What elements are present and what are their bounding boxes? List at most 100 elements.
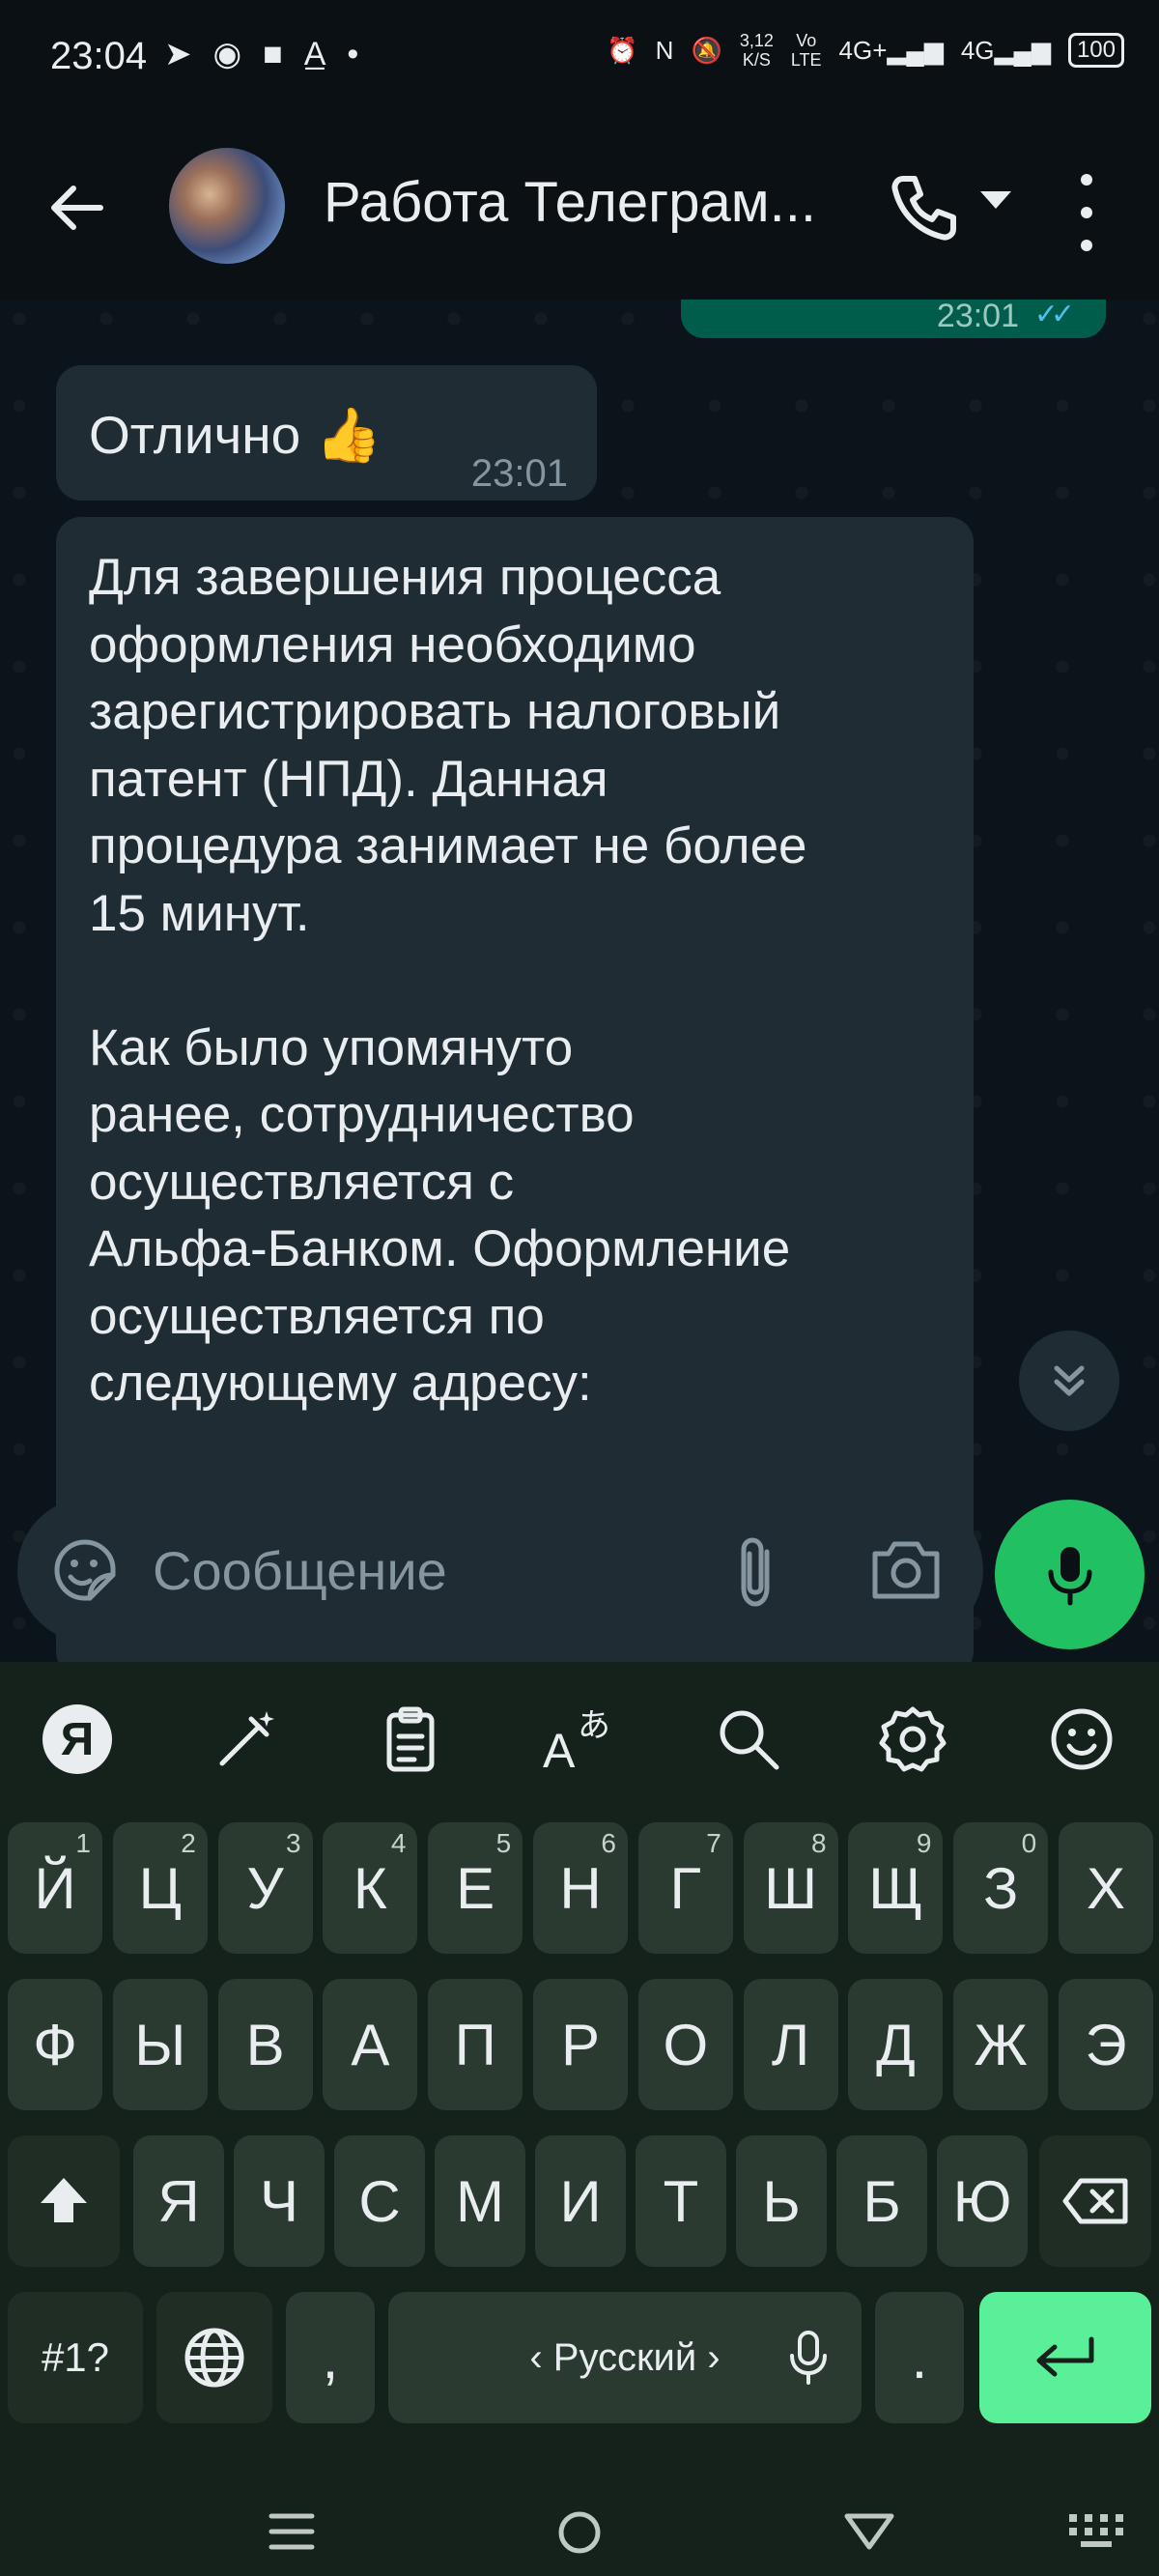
call-button[interactable]: [884, 169, 961, 246]
key-label: Ь: [762, 2168, 801, 2234]
back-nav-button[interactable]: [843, 2512, 895, 2556]
dot-icon: [1081, 240, 1092, 251]
microphone-icon: [1048, 1546, 1091, 1605]
letter-key[interactable]: Ы: [112, 1979, 208, 2110]
key-label: З: [983, 1855, 1019, 1921]
letter-key[interactable]: У3: [217, 1822, 313, 1954]
letter-key[interactable]: Ц2: [112, 1822, 208, 1954]
letter-key[interactable]: Ь: [736, 2135, 827, 2267]
letter-key[interactable]: П: [428, 1979, 523, 2110]
letter-key[interactable]: Щ9: [848, 1822, 944, 1954]
more-notifications-icon: •: [347, 35, 359, 72]
emoji-button[interactable]: [1043, 1701, 1120, 1778]
letter-key[interactable]: Л: [743, 1979, 838, 2110]
letter-key[interactable]: К4: [323, 1822, 418, 1954]
key-label: Ф: [33, 2012, 77, 2077]
letter-key[interactable]: В: [217, 1979, 313, 2110]
sticker-button[interactable]: [51, 1536, 119, 1604]
letter-key[interactable]: О: [637, 1979, 733, 2110]
letter-key[interactable]: Ч: [234, 2135, 325, 2267]
key-number-hint: 0: [1021, 1828, 1037, 1858]
attach-button[interactable]: [722, 1534, 790, 1612]
chat-area[interactable]: 23:01 ✓✓ Отлично 👍 23:01 Для завершения …: [0, 300, 1159, 1662]
more-options-button[interactable]: [1067, 174, 1106, 251]
language-switch-key[interactable]: [156, 2292, 272, 2423]
letter-key[interactable]: Т: [636, 2135, 726, 2267]
message-input[interactable]: [153, 1536, 693, 1604]
letter-key[interactable]: Ш8: [743, 1822, 838, 1954]
home-button[interactable]: [555, 2508, 604, 2562]
letter-key[interactable]: М: [435, 2135, 525, 2267]
menu-lines-icon: [269, 2513, 315, 2550]
letter-key[interactable]: Г7: [637, 1822, 733, 1954]
letter-key[interactable]: З0: [953, 1822, 1049, 1954]
translate-button[interactable]: A あ: [541, 1701, 618, 1778]
previous-outgoing-message[interactable]: 23:01 ✓✓: [681, 300, 1106, 338]
key-label: Р: [560, 2012, 601, 2077]
symbols-key[interactable]: #1?: [8, 2292, 143, 2423]
backspace-key[interactable]: [1039, 2135, 1151, 2267]
comma-key[interactable]: ,: [286, 2292, 375, 2423]
letter-key[interactable]: Э: [1059, 1979, 1153, 2110]
key-label: П: [454, 2012, 496, 2077]
phone-icon: [891, 176, 956, 241]
key-label: Г: [669, 1855, 702, 1921]
magic-wand-button[interactable]: [208, 1701, 285, 1778]
letter-key[interactable]: А: [323, 1979, 418, 2110]
letter-key[interactable]: Н6: [533, 1822, 628, 1954]
translate-icon: A あ: [543, 1707, 610, 1773]
keyboard-switch-button[interactable]: [1067, 2512, 1125, 2556]
avatar[interactable]: [169, 148, 285, 264]
letter-key[interactable]: Е5: [428, 1822, 523, 1954]
recent-apps-button[interactable]: [268, 2510, 316, 2558]
status-time: 23:04: [50, 35, 148, 77]
message-composer: [0, 1469, 1159, 1662]
space-key[interactable]: ‹ Русский ›: [388, 2292, 862, 2423]
period-key[interactable]: .: [875, 2292, 964, 2423]
key-label: Ж: [974, 2012, 1028, 2077]
letter-key[interactable]: Я: [133, 2135, 224, 2267]
keyboard: Я A あ #1? , ‹ Русский › . Й 1 Ц 2 У 3 К …: [0, 1662, 1159, 2503]
message-time: 23:01: [936, 300, 1019, 334]
letter-key[interactable]: Д: [848, 1979, 944, 2110]
triangle-back-icon: [844, 2513, 894, 2550]
clipboard-button[interactable]: [372, 1701, 449, 1778]
read-receipt-icon: ✓✓: [1033, 300, 1075, 330]
key-label: У: [246, 1855, 284, 1921]
settings-button[interactable]: [874, 1701, 951, 1778]
letter-key[interactable]: Ю: [937, 2135, 1028, 2267]
call-options-caret-icon[interactable]: [980, 191, 1011, 209]
letter-key[interactable]: И: [535, 2135, 626, 2267]
incoming-message[interactable]: Отлично 👍 23:01: [56, 365, 597, 501]
battery-icon: 100: [1067, 33, 1124, 68]
double-chevron-down-icon: [1054, 1365, 1085, 1396]
chat-header: Работа Телеграм...: [0, 116, 1159, 300]
shift-key[interactable]: [8, 2135, 120, 2267]
letter-key[interactable]: Й1: [8, 1822, 102, 1954]
letter-key[interactable]: Х: [1059, 1822, 1153, 1954]
volte-indicator: Vo LTE: [791, 31, 822, 70]
message-input-container: [17, 1498, 983, 1643]
voice-message-button[interactable]: [995, 1500, 1145, 1649]
letter-key[interactable]: Ф: [8, 1979, 102, 2110]
key-number-hint: 5: [495, 1828, 512, 1858]
enter-key[interactable]: [979, 2292, 1151, 2423]
message-text: Отлично 👍: [89, 405, 382, 465]
letter-key[interactable]: Б: [836, 2135, 927, 2267]
key-number-hint: 3: [286, 1828, 301, 1858]
back-button[interactable]: [42, 174, 110, 242]
search-button[interactable]: [710, 1701, 787, 1778]
circle-icon: [558, 2511, 601, 2554]
yandex-logo-icon: Я: [42, 1704, 112, 1774]
scroll-to-bottom-button[interactable]: [1019, 1331, 1119, 1431]
key-label: Й: [34, 1855, 76, 1921]
yandex-logo-button[interactable]: Я: [39, 1701, 116, 1778]
letter-key[interactable]: Р: [533, 1979, 628, 2110]
keyboard-grid-icon: [1069, 2514, 1123, 2547]
volte-top: Vo: [796, 31, 817, 50]
letter-key[interactable]: С: [334, 2135, 425, 2267]
chat-title[interactable]: Работа Телеграм...: [324, 170, 816, 235]
key-label: Ю: [952, 2168, 1012, 2234]
letter-key[interactable]: Ж: [953, 1979, 1049, 2110]
camera-button[interactable]: [867, 1536, 945, 1604]
